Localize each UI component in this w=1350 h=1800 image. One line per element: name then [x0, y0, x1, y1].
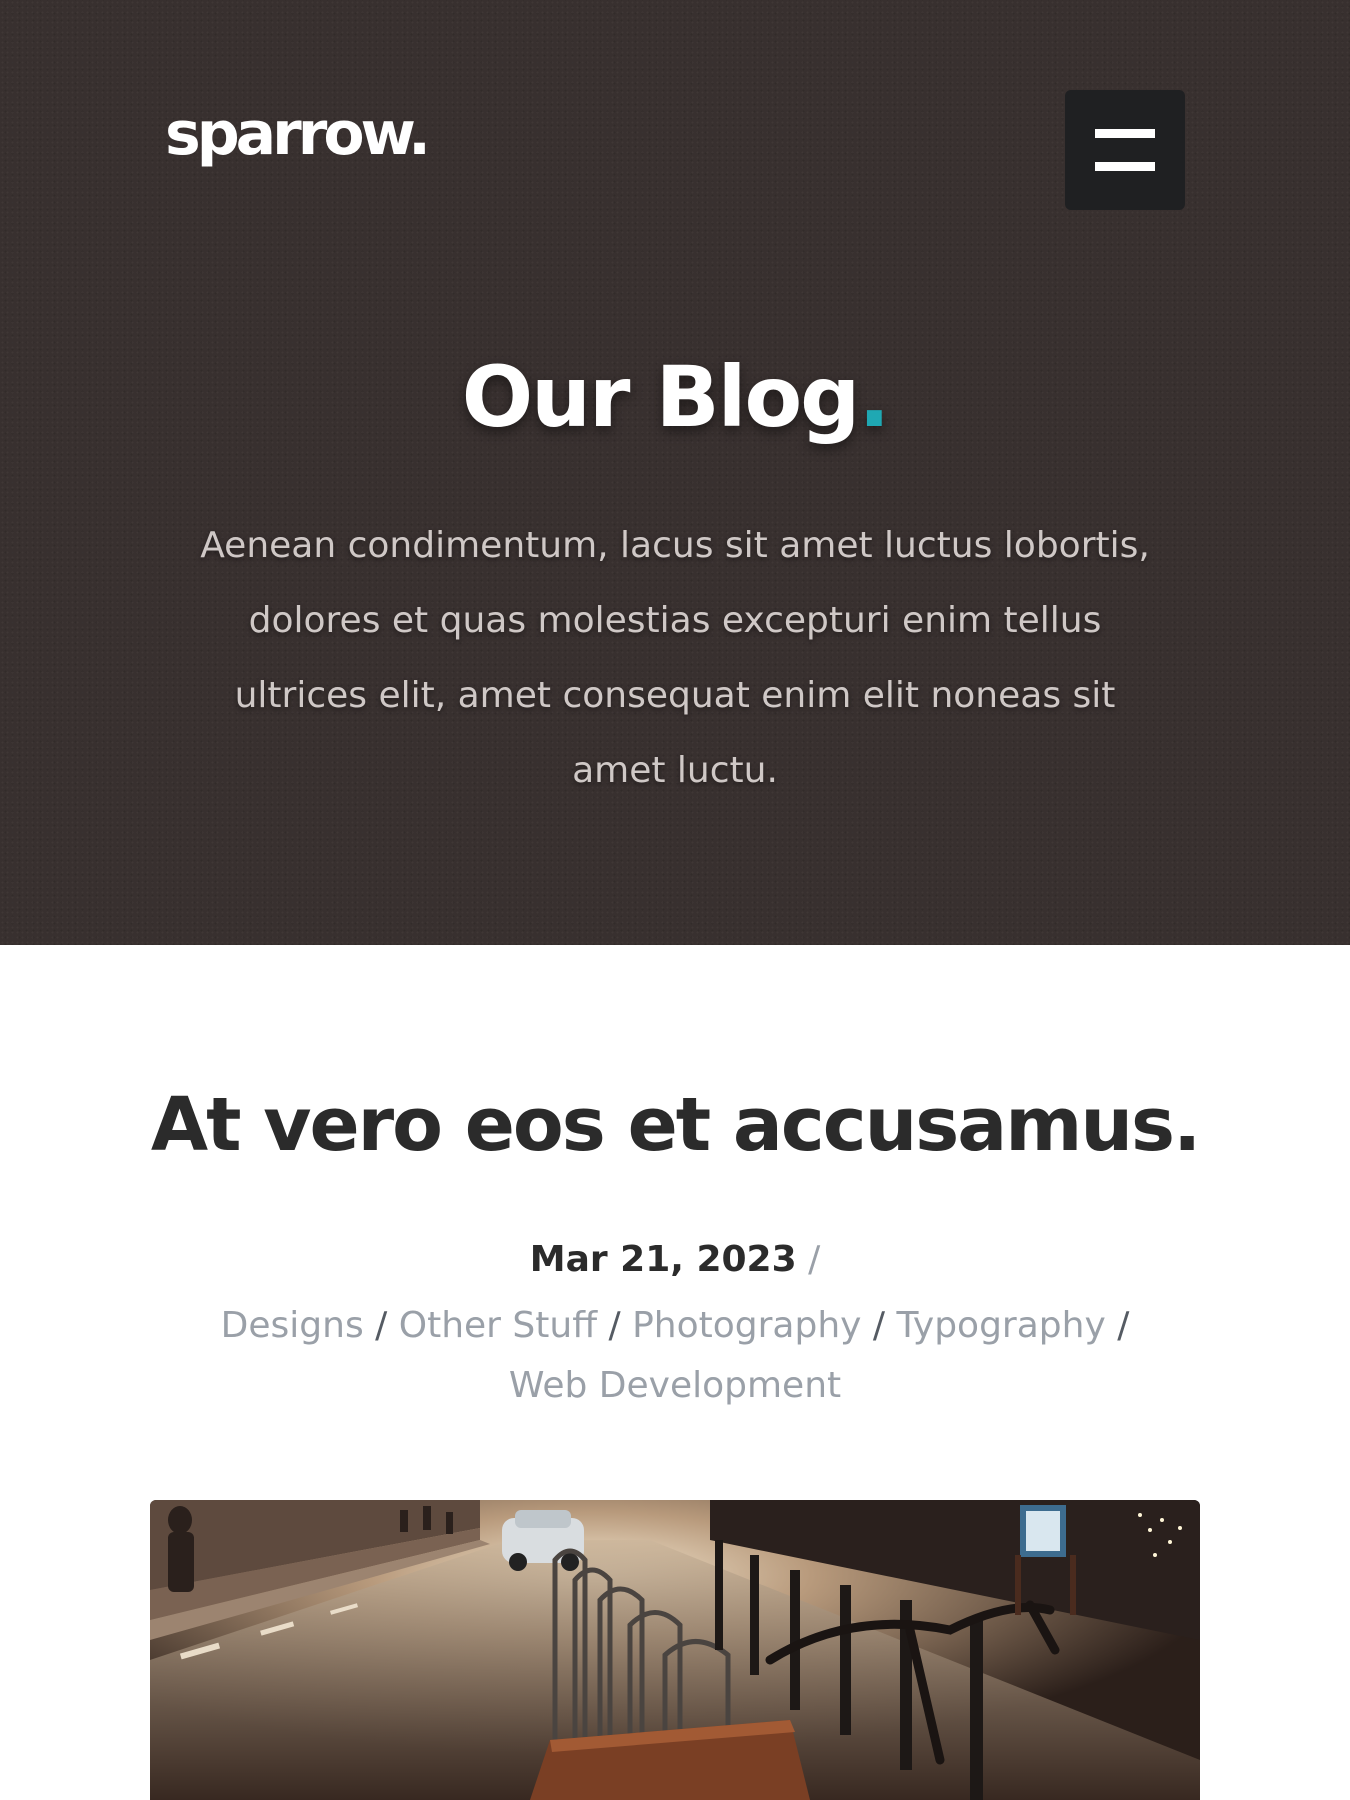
category-separator: / — [1117, 1305, 1130, 1346]
category-link-web-development[interactable]: Web Development — [509, 1365, 841, 1406]
post-title[interactable]: At vero eos et accusamus. — [0, 1084, 1350, 1166]
meta-separator: / — [808, 1239, 821, 1280]
page-title: Our Blog. — [0, 355, 1350, 439]
post-featured-image[interactable] — [150, 1500, 1200, 1800]
hero-section: sparrow. Our Blog. Aenean condimentum, l… — [0, 0, 1350, 945]
post-categories: Designs / Other Stuff / Photography / Ty… — [195, 1296, 1155, 1416]
post-date-line: Mar 21, 2023 / — [0, 1236, 1350, 1284]
street-bicycle-photo — [150, 1500, 1200, 1800]
site-logo[interactable]: sparrow. — [165, 104, 431, 164]
category-link-other-stuff[interactable]: Other Stuff — [399, 1305, 597, 1346]
page-title-text: Our Blog — [461, 348, 861, 446]
post-date: Mar 21, 2023 — [529, 1239, 797, 1280]
page-title-dot: . — [858, 348, 890, 446]
menu-button[interactable] — [1065, 90, 1185, 210]
category-separator: / — [872, 1305, 886, 1346]
category-link-typography[interactable]: Typography — [897, 1305, 1106, 1346]
category-separator: / — [608, 1305, 621, 1346]
category-link-photography[interactable]: Photography — [632, 1305, 861, 1346]
hero-description: Aenean condimentum, lacus sit amet luctu… — [200, 525, 1150, 791]
category-separator: / — [375, 1305, 388, 1346]
category-link-designs[interactable]: Designs — [221, 1305, 364, 1346]
